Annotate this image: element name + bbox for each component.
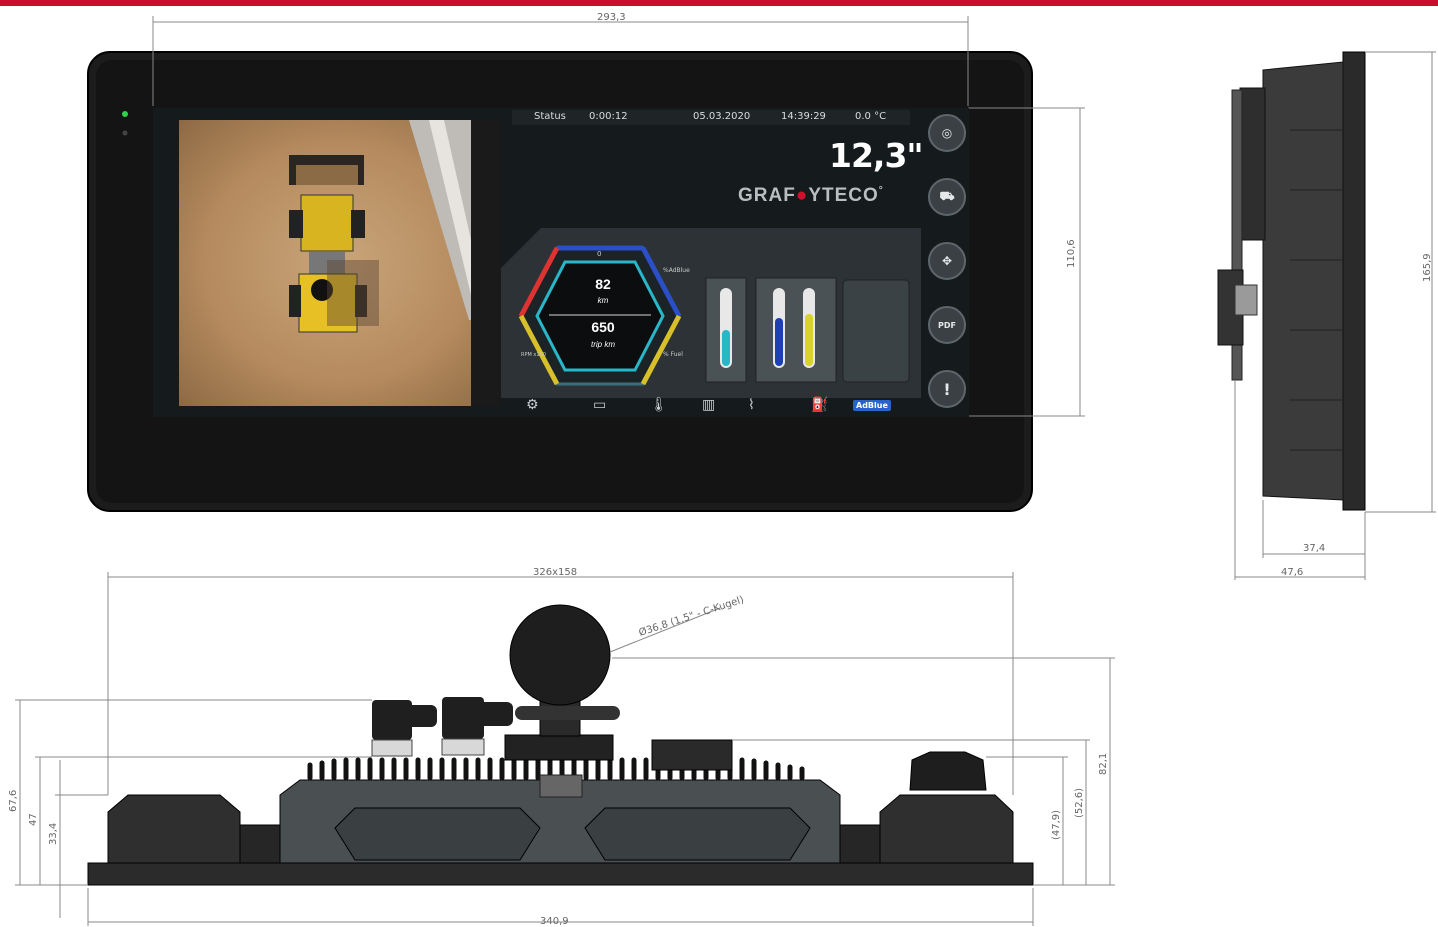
status-temp: 0.0 °C	[855, 111, 887, 122]
side-view	[1217, 51, 1366, 511]
dim-bottom-top: 326x158	[533, 567, 577, 578]
dim-right-h3: 82,1	[1098, 753, 1109, 775]
display-screen: Status 0:00:12 05.03.2020 14:39:29 0.0 °…	[153, 108, 969, 417]
odometer-unit: km	[597, 296, 609, 305]
mount-ball	[509, 604, 611, 706]
coolant-bar	[722, 330, 730, 366]
gauge-label-0: 0	[597, 250, 601, 258]
dim-right-h2: (52,6)	[1074, 788, 1085, 818]
adblue-badge: AdBlue	[853, 400, 891, 411]
pdf-button-icon[interactable]: PDF	[928, 306, 966, 344]
dim-bottom-width: 340,9	[540, 916, 569, 927]
dim-side-height: 165,9	[1422, 253, 1433, 282]
status-timer: 0:00:12	[589, 111, 628, 122]
fuel-pump-icon: ⛽	[811, 397, 829, 413]
bottom-view	[87, 604, 1034, 886]
trip-unit: trip km	[591, 340, 615, 349]
dim-right-h1: (47,9)	[1051, 810, 1062, 840]
dim-front-height: 110,6	[1066, 239, 1077, 268]
oil-bar	[775, 318, 783, 366]
dim-ball: Ø36,8 (1,5" - C-Kugel)	[637, 593, 745, 638]
status-led-off	[122, 130, 128, 136]
odometer-value: 82	[595, 276, 611, 292]
dim-left-h2: 47	[28, 813, 39, 826]
trip-value: 650	[591, 319, 615, 335]
status-date: 05.03.2020	[693, 111, 751, 122]
navigation-button-icon[interactable]: ✥	[928, 242, 966, 280]
oil-can-icon: ⌇	[748, 397, 755, 413]
fuel-small-label: % Fuel	[663, 351, 683, 358]
fuel-bar	[805, 314, 813, 366]
dim-left-h1: 67,6	[8, 790, 19, 812]
status-bar: Status 0:00:12 05.03.2020 14:39:29 0.0 °…	[512, 110, 910, 125]
status-time: 14:39:29	[781, 111, 826, 122]
rpm-label: RPM x100	[521, 352, 546, 358]
battery-icon: ▭	[593, 397, 607, 413]
dim-side-depth-1: 37,4	[1303, 543, 1325, 554]
screen-size-title: 12,3"	[829, 136, 924, 175]
tank-truck-button-icon[interactable]: ⛟	[928, 178, 966, 216]
status-led-green	[122, 111, 128, 117]
camera-feed-image	[179, 120, 501, 406]
gauge-cluster: 0 %AdBlue % Fuel RPM x100	[501, 228, 921, 398]
coolant-temp-icon: 🌡	[650, 397, 668, 413]
dim-front-width: 293,3	[597, 12, 626, 23]
warning-button-icon[interactable]: !	[928, 370, 966, 408]
dim-left-h3: 33,4	[48, 823, 59, 845]
engine-icon: ⚙	[526, 397, 539, 413]
status-label: Status	[534, 111, 566, 122]
adblue-small-label: %AdBlue	[663, 267, 690, 274]
brand-logo: GRAF●YTECO°	[738, 185, 884, 206]
dim-side-depth-2: 47,6	[1281, 567, 1303, 578]
camera-button-icon[interactable]: ◎	[928, 114, 966, 152]
fuel-filter-icon: ▥	[702, 397, 716, 413]
